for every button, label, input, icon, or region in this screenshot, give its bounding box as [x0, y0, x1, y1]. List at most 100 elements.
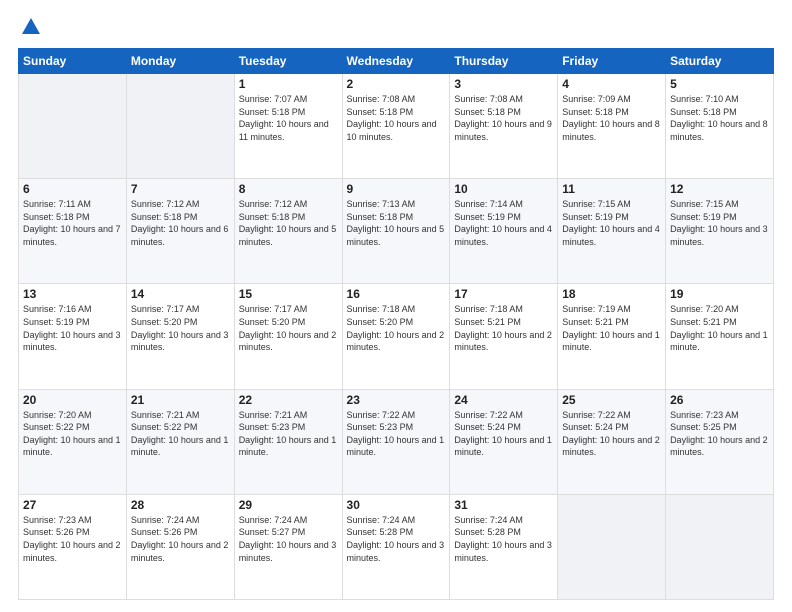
logo-icon — [20, 16, 42, 38]
calendar-week-row: 6 Sunrise: 7:11 AMSunset: 5:18 PMDayligh… — [19, 179, 774, 284]
calendar-day-cell: 10 Sunrise: 7:14 AMSunset: 5:19 PMDaylig… — [450, 179, 558, 284]
weekday-header-cell: Monday — [126, 49, 234, 74]
calendar-day-cell: 19 Sunrise: 7:20 AMSunset: 5:21 PMDaylig… — [666, 284, 774, 389]
calendar-day-cell — [126, 74, 234, 179]
day-info: Sunrise: 7:14 AMSunset: 5:19 PMDaylight:… — [454, 199, 552, 247]
day-number: 24 — [454, 393, 553, 407]
weekday-header-cell: Saturday — [666, 49, 774, 74]
day-number: 28 — [131, 498, 230, 512]
day-number: 16 — [347, 287, 446, 301]
day-info: Sunrise: 7:12 AMSunset: 5:18 PMDaylight:… — [239, 199, 337, 247]
day-info: Sunrise: 7:12 AMSunset: 5:18 PMDaylight:… — [131, 199, 229, 247]
day-number: 18 — [562, 287, 661, 301]
day-info: Sunrise: 7:07 AMSunset: 5:18 PMDaylight:… — [239, 94, 329, 142]
day-number: 20 — [23, 393, 122, 407]
calendar-day-cell: 14 Sunrise: 7:17 AMSunset: 5:20 PMDaylig… — [126, 284, 234, 389]
day-number: 22 — [239, 393, 338, 407]
day-info: Sunrise: 7:18 AMSunset: 5:20 PMDaylight:… — [347, 304, 445, 352]
day-number: 23 — [347, 393, 446, 407]
calendar-day-cell: 24 Sunrise: 7:22 AMSunset: 5:24 PMDaylig… — [450, 389, 558, 494]
calendar-body: 1 Sunrise: 7:07 AMSunset: 5:18 PMDayligh… — [19, 74, 774, 600]
day-info: Sunrise: 7:17 AMSunset: 5:20 PMDaylight:… — [131, 304, 229, 352]
page: SundayMondayTuesdayWednesdayThursdayFrid… — [0, 0, 792, 612]
calendar-day-cell: 29 Sunrise: 7:24 AMSunset: 5:27 PMDaylig… — [234, 494, 342, 599]
calendar-day-cell: 4 Sunrise: 7:09 AMSunset: 5:18 PMDayligh… — [558, 74, 666, 179]
calendar-day-cell: 11 Sunrise: 7:15 AMSunset: 5:19 PMDaylig… — [558, 179, 666, 284]
day-number: 8 — [239, 182, 338, 196]
day-number: 5 — [670, 77, 769, 91]
day-number: 21 — [131, 393, 230, 407]
calendar-day-cell — [19, 74, 127, 179]
calendar-day-cell: 27 Sunrise: 7:23 AMSunset: 5:26 PMDaylig… — [19, 494, 127, 599]
day-number: 31 — [454, 498, 553, 512]
calendar-day-cell — [558, 494, 666, 599]
day-number: 14 — [131, 287, 230, 301]
calendar-day-cell: 5 Sunrise: 7:10 AMSunset: 5:18 PMDayligh… — [666, 74, 774, 179]
calendar-day-cell: 16 Sunrise: 7:18 AMSunset: 5:20 PMDaylig… — [342, 284, 450, 389]
day-info: Sunrise: 7:19 AMSunset: 5:21 PMDaylight:… — [562, 304, 660, 352]
day-number: 12 — [670, 182, 769, 196]
day-info: Sunrise: 7:22 AMSunset: 5:24 PMDaylight:… — [562, 410, 660, 458]
day-number: 26 — [670, 393, 769, 407]
calendar-day-cell: 21 Sunrise: 7:21 AMSunset: 5:22 PMDaylig… — [126, 389, 234, 494]
day-info: Sunrise: 7:11 AMSunset: 5:18 PMDaylight:… — [23, 199, 121, 247]
calendar-day-cell: 13 Sunrise: 7:16 AMSunset: 5:19 PMDaylig… — [19, 284, 127, 389]
day-number: 27 — [23, 498, 122, 512]
day-info: Sunrise: 7:20 AMSunset: 5:22 PMDaylight:… — [23, 410, 121, 458]
calendar-day-cell: 23 Sunrise: 7:22 AMSunset: 5:23 PMDaylig… — [342, 389, 450, 494]
calendar-week-row: 27 Sunrise: 7:23 AMSunset: 5:26 PMDaylig… — [19, 494, 774, 599]
day-number: 3 — [454, 77, 553, 91]
calendar-day-cell: 12 Sunrise: 7:15 AMSunset: 5:19 PMDaylig… — [666, 179, 774, 284]
calendar-day-cell: 9 Sunrise: 7:13 AMSunset: 5:18 PMDayligh… — [342, 179, 450, 284]
calendar-day-cell: 17 Sunrise: 7:18 AMSunset: 5:21 PMDaylig… — [450, 284, 558, 389]
day-info: Sunrise: 7:15 AMSunset: 5:19 PMDaylight:… — [670, 199, 768, 247]
calendar-table: SundayMondayTuesdayWednesdayThursdayFrid… — [18, 48, 774, 600]
day-number: 2 — [347, 77, 446, 91]
day-number: 9 — [347, 182, 446, 196]
calendar-day-cell: 25 Sunrise: 7:22 AMSunset: 5:24 PMDaylig… — [558, 389, 666, 494]
weekday-header-cell: Thursday — [450, 49, 558, 74]
calendar-day-cell: 18 Sunrise: 7:19 AMSunset: 5:21 PMDaylig… — [558, 284, 666, 389]
day-number: 29 — [239, 498, 338, 512]
day-number: 15 — [239, 287, 338, 301]
calendar-day-cell — [666, 494, 774, 599]
calendar-day-cell: 26 Sunrise: 7:23 AMSunset: 5:25 PMDaylig… — [666, 389, 774, 494]
calendar-day-cell: 2 Sunrise: 7:08 AMSunset: 5:18 PMDayligh… — [342, 74, 450, 179]
day-info: Sunrise: 7:21 AMSunset: 5:22 PMDaylight:… — [131, 410, 229, 458]
day-info: Sunrise: 7:15 AMSunset: 5:19 PMDaylight:… — [562, 199, 660, 247]
weekday-header-cell: Tuesday — [234, 49, 342, 74]
weekday-header-row: SundayMondayTuesdayWednesdayThursdayFrid… — [19, 49, 774, 74]
header — [18, 16, 774, 38]
weekday-header-cell: Friday — [558, 49, 666, 74]
calendar-day-cell: 28 Sunrise: 7:24 AMSunset: 5:26 PMDaylig… — [126, 494, 234, 599]
calendar-day-cell: 31 Sunrise: 7:24 AMSunset: 5:28 PMDaylig… — [450, 494, 558, 599]
day-info: Sunrise: 7:24 AMSunset: 5:27 PMDaylight:… — [239, 515, 337, 563]
day-info: Sunrise: 7:23 AMSunset: 5:25 PMDaylight:… — [670, 410, 768, 458]
calendar-day-cell: 20 Sunrise: 7:20 AMSunset: 5:22 PMDaylig… — [19, 389, 127, 494]
day-info: Sunrise: 7:24 AMSunset: 5:28 PMDaylight:… — [454, 515, 552, 563]
day-number: 6 — [23, 182, 122, 196]
day-info: Sunrise: 7:23 AMSunset: 5:26 PMDaylight:… — [23, 515, 121, 563]
calendar-day-cell: 3 Sunrise: 7:08 AMSunset: 5:18 PMDayligh… — [450, 74, 558, 179]
day-number: 13 — [23, 287, 122, 301]
day-info: Sunrise: 7:08 AMSunset: 5:18 PMDaylight:… — [347, 94, 437, 142]
calendar-week-row: 13 Sunrise: 7:16 AMSunset: 5:19 PMDaylig… — [19, 284, 774, 389]
day-info: Sunrise: 7:22 AMSunset: 5:24 PMDaylight:… — [454, 410, 552, 458]
day-info: Sunrise: 7:16 AMSunset: 5:19 PMDaylight:… — [23, 304, 121, 352]
calendar-day-cell: 6 Sunrise: 7:11 AMSunset: 5:18 PMDayligh… — [19, 179, 127, 284]
day-info: Sunrise: 7:09 AMSunset: 5:18 PMDaylight:… — [562, 94, 660, 142]
calendar-week-row: 20 Sunrise: 7:20 AMSunset: 5:22 PMDaylig… — [19, 389, 774, 494]
calendar-day-cell: 22 Sunrise: 7:21 AMSunset: 5:23 PMDaylig… — [234, 389, 342, 494]
day-number: 30 — [347, 498, 446, 512]
logo — [18, 16, 42, 38]
day-info: Sunrise: 7:21 AMSunset: 5:23 PMDaylight:… — [239, 410, 337, 458]
day-info: Sunrise: 7:24 AMSunset: 5:28 PMDaylight:… — [347, 515, 445, 563]
calendar-day-cell: 8 Sunrise: 7:12 AMSunset: 5:18 PMDayligh… — [234, 179, 342, 284]
calendar-day-cell: 15 Sunrise: 7:17 AMSunset: 5:20 PMDaylig… — [234, 284, 342, 389]
day-info: Sunrise: 7:13 AMSunset: 5:18 PMDaylight:… — [347, 199, 445, 247]
day-info: Sunrise: 7:10 AMSunset: 5:18 PMDaylight:… — [670, 94, 768, 142]
calendar-day-cell: 1 Sunrise: 7:07 AMSunset: 5:18 PMDayligh… — [234, 74, 342, 179]
calendar-day-cell: 7 Sunrise: 7:12 AMSunset: 5:18 PMDayligh… — [126, 179, 234, 284]
day-info: Sunrise: 7:20 AMSunset: 5:21 PMDaylight:… — [670, 304, 768, 352]
day-info: Sunrise: 7:22 AMSunset: 5:23 PMDaylight:… — [347, 410, 445, 458]
